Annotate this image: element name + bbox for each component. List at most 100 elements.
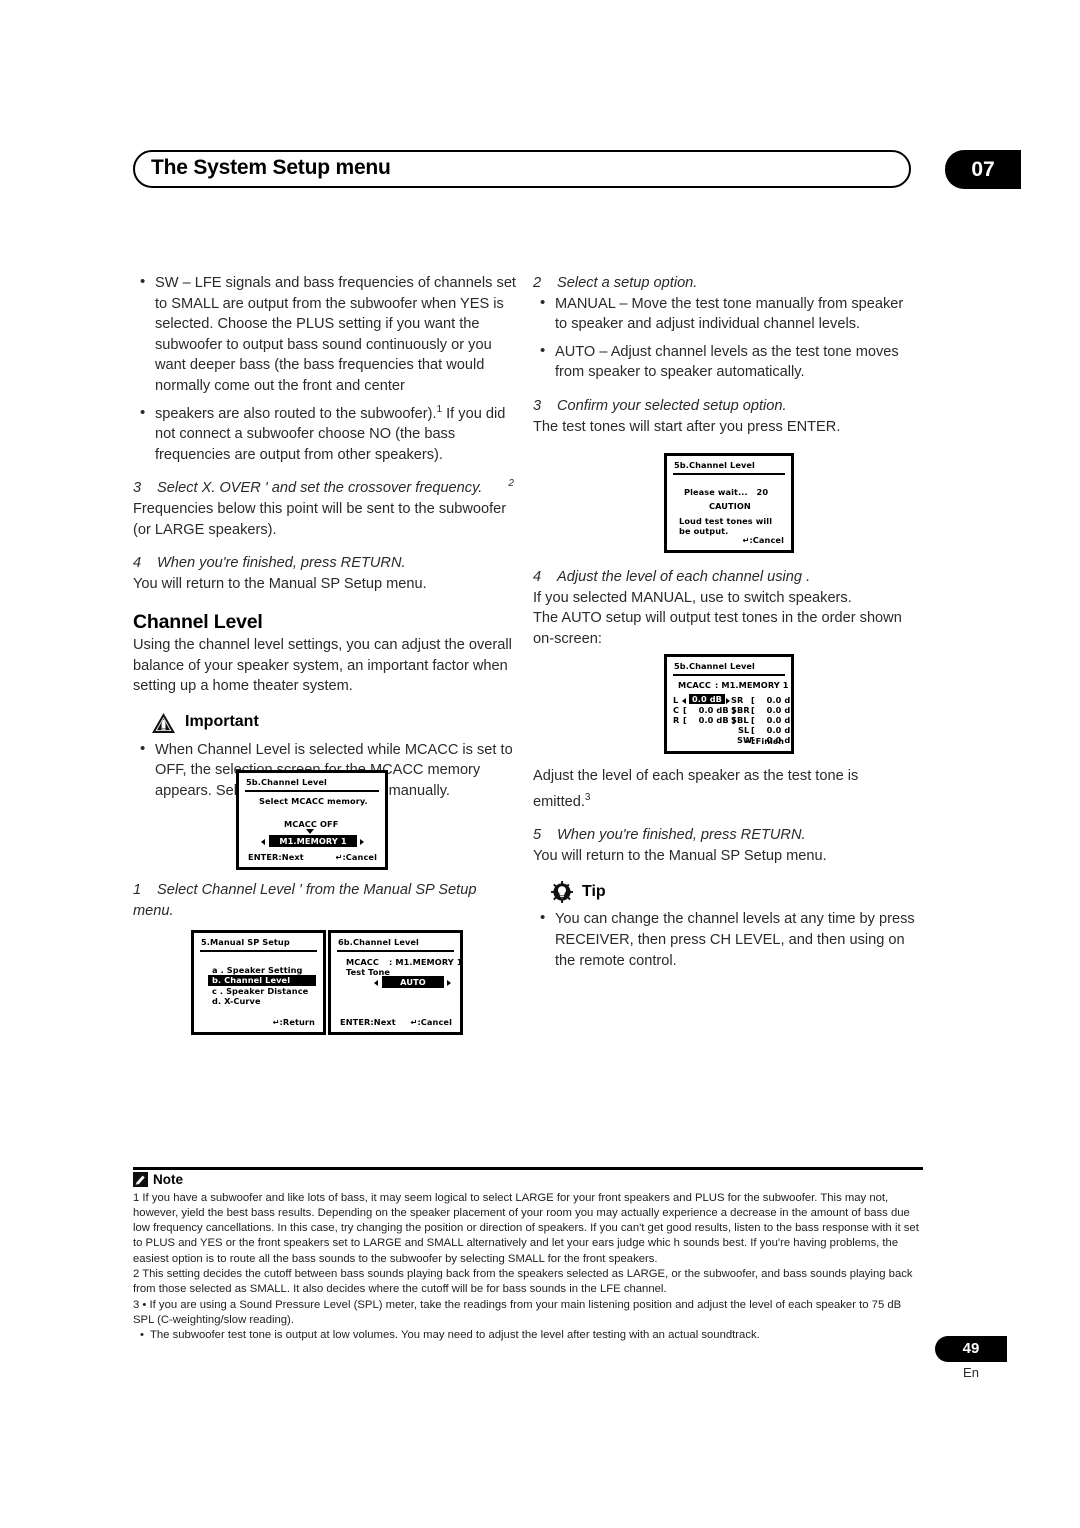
right-step-5-number: 5 [533,827,542,844]
osd-channel-r-value: [ 0.0 dB ] [683,715,736,725]
osd-channel-l-label: L [673,695,679,705]
osd-caution-message-2: be output. [679,526,729,536]
right-step-3-body: The test tones will start after you pres… [533,418,841,435]
osd-footer-return: ↵:Return [272,1017,315,1027]
right-step-3-number: 3 [533,397,542,414]
footnote-ref-2: 2 [508,478,514,490]
osd-footer-finish: ↵:Finish [745,736,784,746]
important-callout-header: Important [133,712,516,734]
notes-divider [133,1167,923,1170]
osd-footer-enter: ENTER:Next [340,1017,396,1027]
left-step-4-text: When you're finished, press RETURN. [157,555,406,572]
right-after-osd-wrap: Adjust the level of each speaker as the … [533,766,916,971]
right-step-4-body-2: The AUTO setup will output test tones in… [533,610,902,647]
right-step-4-number: 4 [533,569,542,585]
osd-manual-sp-setup: 5.Manual SP Setup a . Speaker Setting b.… [191,930,326,1035]
left-step-1-text: Select Channel Level ' from the Manual S… [133,882,477,919]
document-page: The System Setup menu 07 SW – LFE signal… [0,0,1080,1528]
manual-option-bullet: MANUAL – Move the test tone manually fro… [533,293,916,335]
right-step-2: 2 Select a setup option. [533,273,916,294]
osd-memory-selection: M1.MEMORY 1 [269,835,357,847]
right-step-3-text: Confirm your selected setup option. [557,397,787,414]
note-3-sub: The subwoofer test tone is output at low… [133,1328,923,1344]
right-after-osd-line-1: Adjust the level of each speaker as the … [533,768,859,784]
osd-left-arrow-icon [682,698,686,704]
left-step-4-number: 4 [133,555,142,572]
section-heading-channel-level: Channel Level [133,611,263,634]
important-label: Important [185,713,259,731]
osd-mcacc-label: MCACC [678,680,712,690]
left-step-1: 1 Select Channel Level ' from the Manual … [133,880,516,921]
osd-channel-levels: 5b.Channel Level MCACC : M1.MEMORY 1 L 0… [664,654,794,754]
osd-menu-item-channel-level: b. Channel Level [208,974,316,986]
osd-channel-r-label: R [673,715,680,725]
osd-mcacc-label: MCACC [346,957,380,967]
right-column: 2 Select a setup option. MANUAL – Move th… [533,273,916,437]
osd-left-arrow-icon [374,980,378,986]
right-step-5-text: When you're finished, press RETURN. [557,827,806,844]
osd-title: 6b.Channel Level [338,937,419,947]
osd-footer-cancel: ↵:Cancel [410,1017,452,1027]
right-step-4: 4 Adjust the level of each channel using … [533,567,916,588]
sw-bullet-text: SW – LFE signals and bass frequencies of… [155,275,516,394]
left-step-1-wrap: 1 Select Channel Level ' from the Manual … [133,880,516,921]
section-body-channel-level: Using the channel level settings, you ca… [133,636,512,695]
left-step-3: 3 Select X. OVER ' and set the crossover … [133,478,516,499]
right-step-2-text: Select a setup option. [557,275,698,291]
osd-down-arrow-icon [306,829,314,834]
osd-right-arrow-icon [360,839,364,845]
osd-please-wait-caution: 5b.Channel Level Please wait... 20 CAUTI… [664,453,794,553]
osd-title: 5b.Channel Level [246,777,327,787]
tip-bullet: You can change the channel levels at any… [533,908,916,971]
osd-channel-sbr-value: [ 0.0 dB ] [751,705,791,715]
right-step-4-wrap: 4 Adjust the level of each channel using … [533,567,916,649]
left-step-3-body: Frequencies below this point will be sen… [133,500,507,538]
note-2: 2 This setting decides the cutoff betwee… [133,1267,913,1296]
tip-icon [551,881,573,904]
right-step-5: 5 When you're finished, press RETURN. [533,825,916,846]
notes-section: Note 1 If you have a subwoofer and like … [133,1167,923,1344]
osd-mcacc-memory-select: 5b.Channel Level Select MCACC memory. MC… [236,770,388,870]
osd-channel-sl-label: SL [738,725,750,735]
left-step-4: 4 When you're finished, press RETURN. [133,553,516,574]
osd-channel-c-label: C [673,705,680,715]
osd-title-rule [200,950,317,952]
osd-left-arrow-icon [261,839,265,845]
note-icon [133,1171,148,1187]
osd-channel-sbr-label: SBR [731,705,750,715]
notes-label: Note [153,1171,183,1187]
osd-title: 5.Manual SP Setup [201,937,290,947]
notes-header: Note [133,1171,923,1187]
osd-title-rule [337,950,454,952]
important-icon [151,712,176,734]
osd-menu-item-speaker-distance: c . Speaker Distance [212,986,309,996]
page-language: En [963,1365,979,1380]
osd-channel-l-value: 0.0 dB [689,694,725,704]
osd-footer-cancel: ↵:Cancel [742,535,784,545]
left-step-1-number: 1 [133,882,142,898]
auto-option-bullet: AUTO – Adjust channel levels as the test… [533,341,916,383]
page-footer: 49 En [935,1336,1055,1380]
left-step-3-text: Select X. OVER ' and set the crossover f… [157,480,483,497]
osd-title-rule [245,790,379,792]
left-column: SW – LFE signals and bass frequencies of… [133,272,516,801]
osd-footer-cancel: ↵:Cancel [335,852,377,862]
osd-mcacc-state: MCACC OFF [284,819,339,829]
osd-channel-sbl-label: SBL [731,715,749,725]
right-step-2-number: 2 [533,275,542,291]
footnote-ref-3: 3 [584,791,591,803]
osd-title: 5b.Channel Level [674,661,755,671]
right-step-4-body-1: If you selected MANUAL, use to switch sp… [533,589,852,606]
osd-test-tone-value: AUTO [382,976,444,988]
osd-please-wait-text: Please wait... 20 [684,487,769,497]
osd-mcacc-value: : M1.MEMORY 1 [715,680,789,690]
sw-bullet: SW – LFE signals and bass frequencies of… [133,272,516,397]
osd-channel-sl-value: [ 0.0 dB ] [751,725,791,735]
right-step-5-body: You will return to the Manual SP Setup m… [533,847,827,864]
osd-channel-sr-label: SR [731,695,744,705]
sw-bullet-continued: speakers are also routed to the subwoofe… [133,403,516,466]
osd-prompt: Select MCACC memory. [259,796,368,806]
tip-label: Tip [582,883,606,901]
right-after-osd-line-2: emitted.3 [533,791,591,810]
osd-channel-c-value: [ 0.0 dB ] [683,705,736,715]
